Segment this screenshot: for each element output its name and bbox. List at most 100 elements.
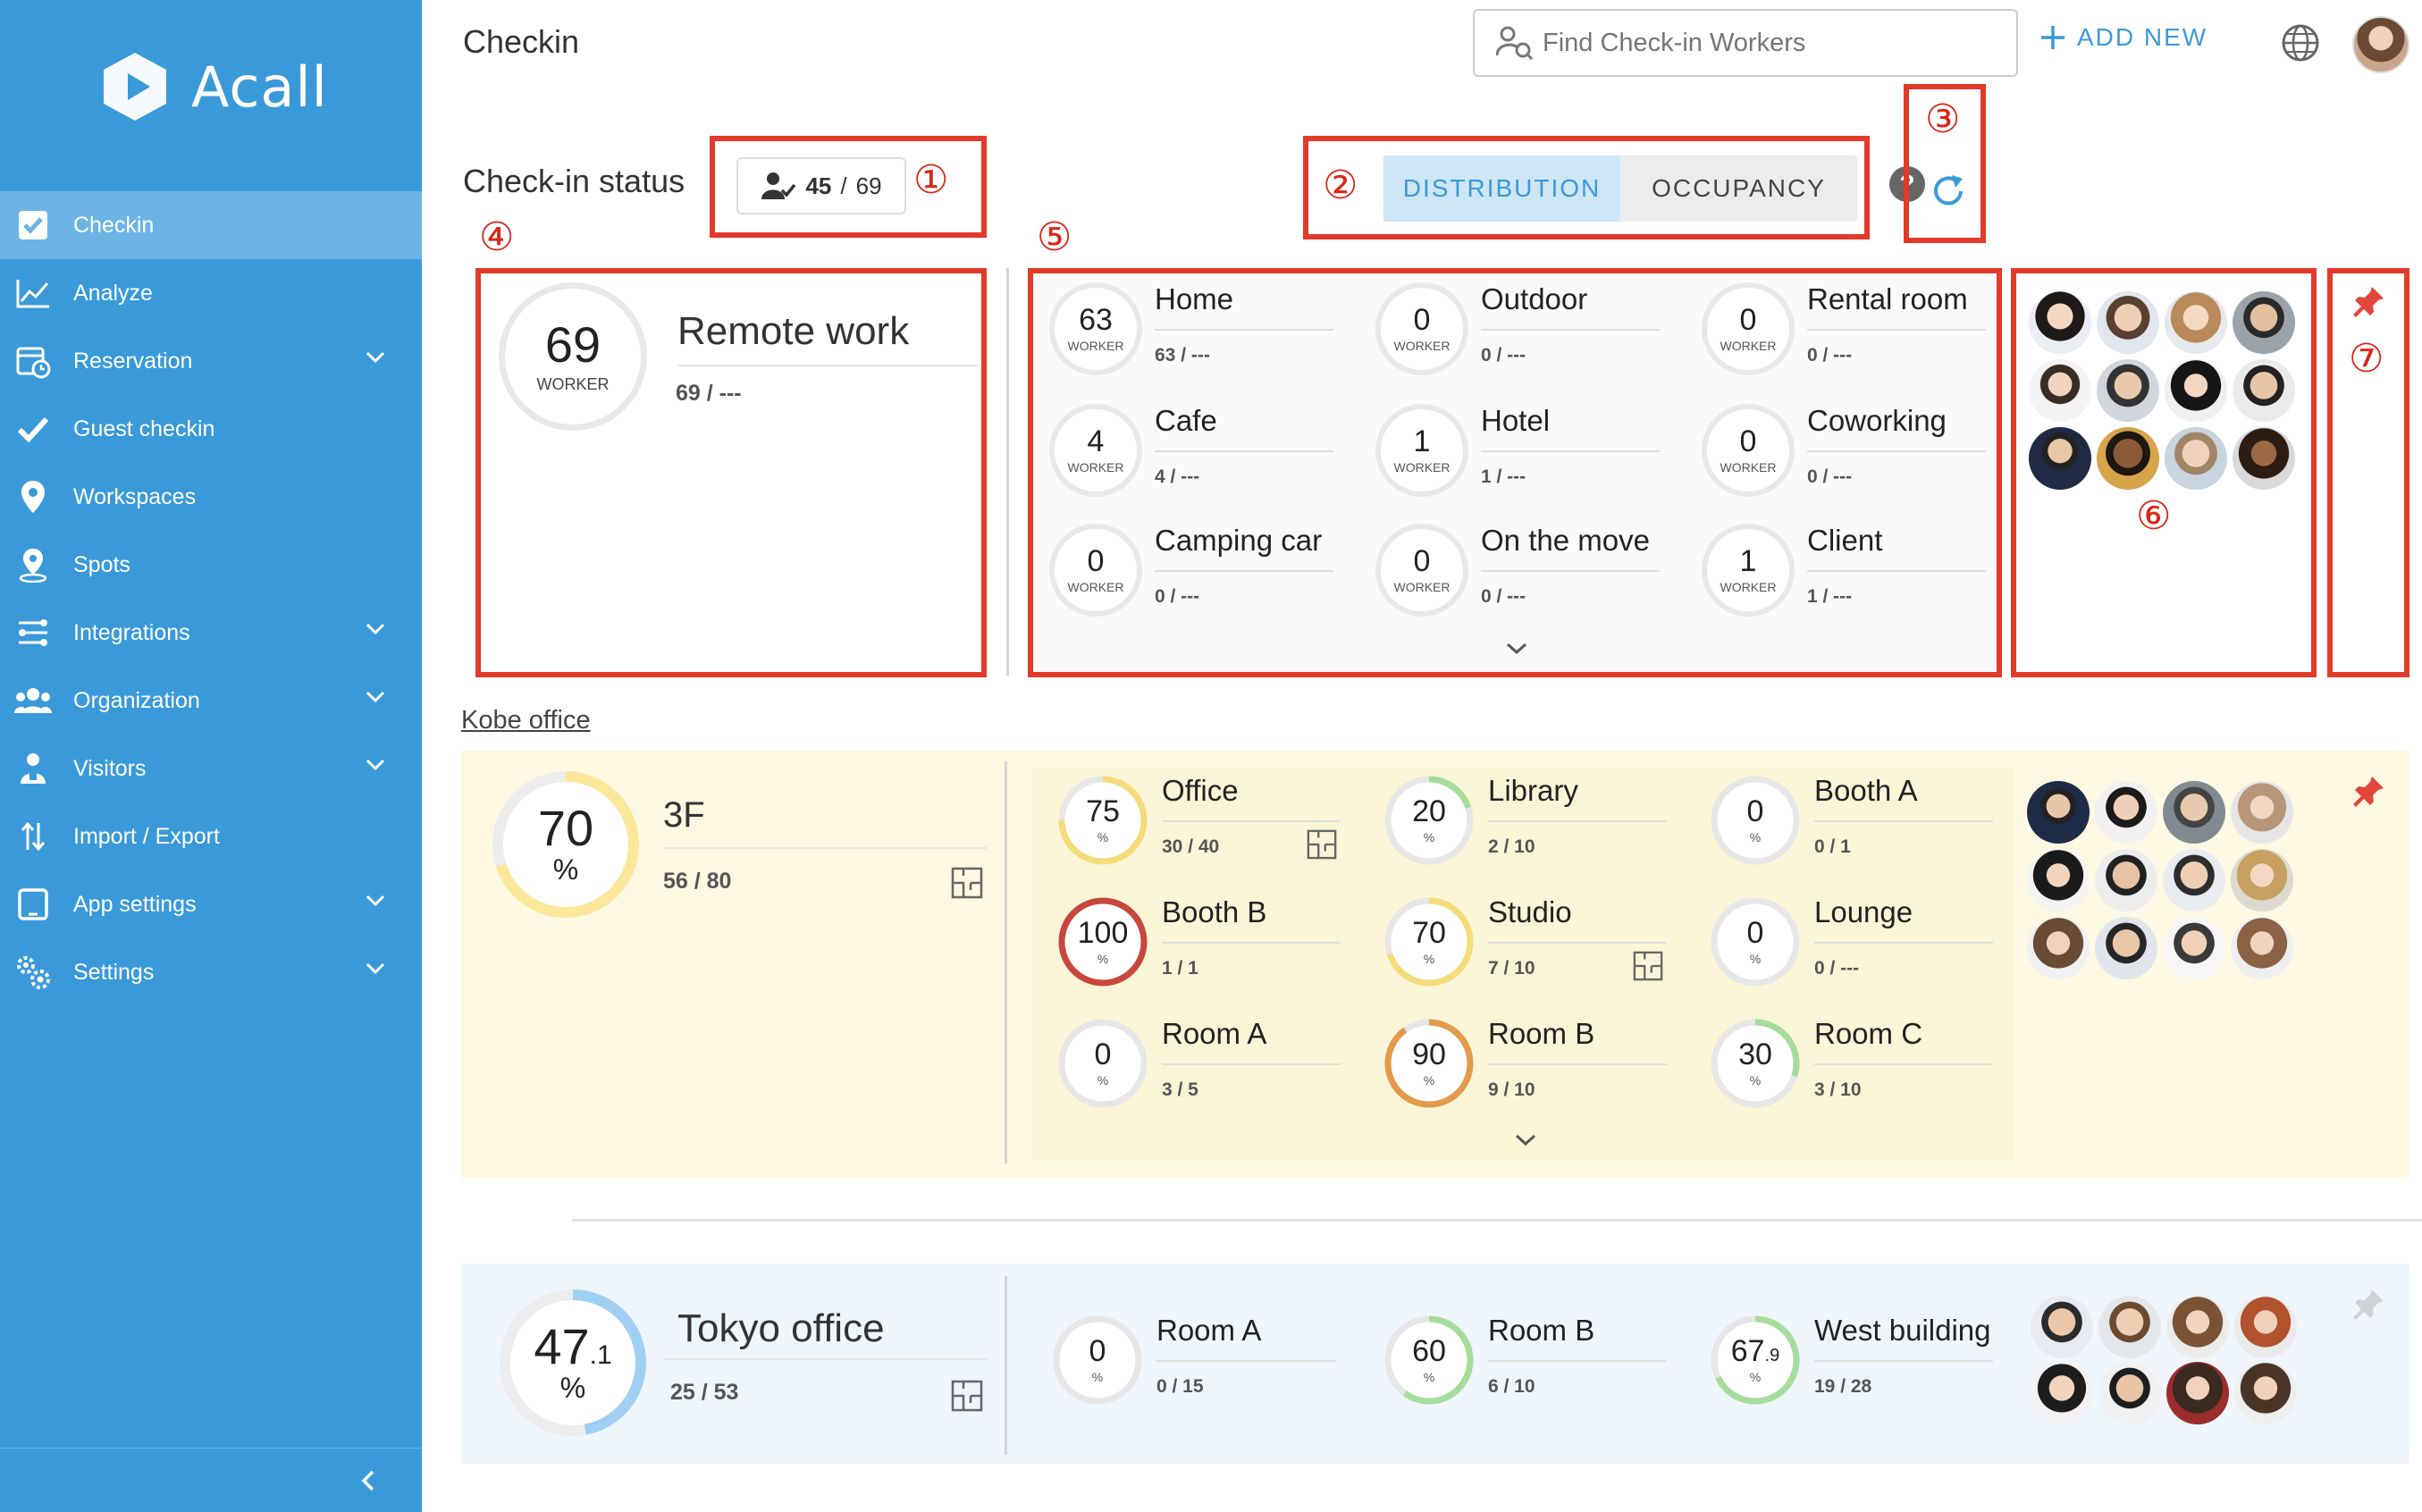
worker-avatar[interactable] <box>2165 427 2227 490</box>
room-cell[interactable]: 20% Library 2 / 10 <box>1383 774 1686 872</box>
sidebar-item-analyze[interactable]: Analyze <box>0 259 422 327</box>
worker-avatar[interactable] <box>2095 781 2157 844</box>
sidebar-collapse-button[interactable] <box>0 1448 422 1512</box>
worker-avatar[interactable] <box>2027 849 2090 911</box>
distribution-tab[interactable]: DISTRIBUTION <box>1383 155 1620 222</box>
room-cell[interactable]: 0% Room A 0 / 15 <box>1051 1314 1355 1412</box>
chevron-down-icon[interactable] <box>365 962 386 976</box>
worker-avatar[interactable] <box>2097 427 2159 490</box>
chevron-down-icon[interactable] <box>365 622 386 636</box>
room-count: 3 / 5 <box>1162 1079 1198 1100</box>
room-cell[interactable]: 90% Room B 9 / 10 <box>1383 1017 1686 1115</box>
sidebar-item-guest-checkin[interactable]: Guest checkin <box>0 395 422 463</box>
checkin-count-pill[interactable]: 45 / 69 <box>736 157 906 214</box>
worker-avatar[interactable] <box>2233 291 2295 354</box>
chevron-down-icon[interactable] <box>1505 642 1528 656</box>
worker-avatar[interactable] <box>2031 1362 2093 1424</box>
total-count: 69 <box>855 172 882 199</box>
chevron-down-icon[interactable] <box>365 690 386 704</box>
sidebar-item-reservation[interactable]: Reservation <box>0 327 422 395</box>
worker-avatar[interactable] <box>2165 291 2227 354</box>
sidebar-item-label: Checkin <box>73 212 155 238</box>
worker-avatar[interactable] <box>2234 1296 2297 1358</box>
remote-cell-camping-car[interactable]: 0 WORKER Camping car 0 / --- <box>1049 524 1353 622</box>
floorplan-icon[interactable] <box>951 867 983 899</box>
sidebar-item-visitors[interactable]: Visitors <box>0 735 422 802</box>
remote-cell-cafe[interactable]: 4 WORKER Cafe 4 / --- <box>1049 404 1353 502</box>
acall-logo[interactable]: Acall <box>98 50 328 123</box>
room-cell[interactable]: 100% Booth B 1 / 1 <box>1056 895 1360 994</box>
occupancy-tab[interactable]: OCCUPANCY <box>1620 155 1857 222</box>
worker-avatar[interactable] <box>2029 427 2091 490</box>
worker-avatar[interactable] <box>2029 291 2091 354</box>
floorplan-icon[interactable] <box>1307 829 1337 860</box>
sidebar-item-import-export[interactable]: Import / Export <box>0 802 422 870</box>
room-cell[interactable]: 67.9% West building 19 / 28 <box>1709 1314 2013 1412</box>
sidebar-item-settings[interactable]: Settings <box>0 938 422 1006</box>
room-cell[interactable]: 30% Room C 3 / 10 <box>1709 1017 2013 1115</box>
sidebar-item-workspaces[interactable]: Workspaces <box>0 463 422 531</box>
room-cell[interactable]: 75% Office 30 / 40 <box>1056 774 1360 872</box>
worker-avatar[interactable] <box>2027 917 2090 979</box>
sidebar-item-integrations[interactable]: Integrations <box>0 599 422 667</box>
worker-avatar[interactable] <box>2163 917 2225 979</box>
chevron-down-icon[interactable] <box>365 350 386 365</box>
room-cell[interactable]: 0% Lounge 0 / --- <box>1709 895 2013 994</box>
worker-avatar[interactable] <box>2166 1296 2229 1358</box>
remote-cell-home[interactable]: 63 WORKER Home 63 / --- <box>1049 282 1353 381</box>
worker-avatar[interactable] <box>2097 291 2159 354</box>
floorplan-icon[interactable] <box>951 1380 983 1412</box>
pin-icon[interactable] <box>2351 1287 2386 1323</box>
globe-icon[interactable] <box>2281 23 2320 63</box>
remote-cell-outdoor[interactable]: 0 WORKER Outdoor 0 / --- <box>1375 282 1679 381</box>
worker-avatar[interactable] <box>2029 359 2091 422</box>
kobe-office-link[interactable]: Kobe office <box>461 706 591 735</box>
worker-avatar[interactable] <box>2234 1362 2297 1424</box>
worker-avatar[interactable] <box>2097 359 2159 422</box>
worker-avatar[interactable] <box>2166 1362 2229 1424</box>
worker-avatar[interactable] <box>2231 781 2293 844</box>
room-cell[interactable]: 70% Studio 7 / 10 <box>1383 895 1686 994</box>
sidebar: Acall Checkin Analyze Reservation Guest … <box>0 0 422 1512</box>
remote-cell-coworking[interactable]: 0 WORKER Coworking 0 / --- <box>1702 404 2006 502</box>
worker-avatar[interactable] <box>2231 917 2293 979</box>
remote-cell-on-the-move[interactable]: 0 WORKER On the move 0 / --- <box>1375 524 1679 622</box>
pin-icon[interactable] <box>2351 284 2386 320</box>
remote-cell-hotel[interactable]: 1 WORKER Hotel 1 / --- <box>1375 404 1679 502</box>
worker-avatar[interactable] <box>2163 849 2225 911</box>
user-avatar[interactable] <box>2352 16 2409 73</box>
search-input[interactable] <box>1543 28 1972 58</box>
worker-avatar[interactable] <box>2095 917 2157 979</box>
sidebar-item-spots[interactable]: Spots <box>0 531 422 599</box>
worker-avatar[interactable] <box>2165 359 2227 422</box>
worker-avatar[interactable] <box>2031 1296 2093 1358</box>
sidebar-item-checkin[interactable]: Checkin <box>0 191 422 259</box>
worker-avatar[interactable] <box>2233 359 2295 422</box>
chevron-down-icon[interactable] <box>365 758 386 772</box>
room-cell[interactable]: 0% Room A 3 / 5 <box>1056 1017 1360 1115</box>
room-name: Room C <box>1814 1017 1923 1050</box>
sidebar-item-organization[interactable]: Organization <box>0 667 422 735</box>
chevron-down-icon[interactable] <box>1514 1133 1537 1147</box>
worker-avatar[interactable] <box>2163 781 2225 844</box>
chevron-down-icon[interactable] <box>365 894 386 908</box>
search-box[interactable] <box>1473 9 2018 77</box>
worker-avatar[interactable] <box>2231 849 2293 911</box>
remote-cell-client[interactable]: 1 WORKER Client 1 / --- <box>1702 524 2006 622</box>
add-new-button[interactable]: ADD NEW <box>2039 23 2208 52</box>
annotation-box-7: ⑦ <box>2327 268 2409 677</box>
worker-avatar[interactable] <box>2027 781 2090 844</box>
worker-avatar[interactable] <box>2233 427 2295 490</box>
remote-cell-rental-room[interactable]: 0 WORKER Rental room 0 / --- <box>1702 282 2006 381</box>
cell-value: 0 <box>1739 303 1757 337</box>
user-check-icon <box>761 172 796 199</box>
floorplan-icon[interactable] <box>1633 951 1663 981</box>
pin-icon[interactable] <box>2351 774 2386 810</box>
room-cell[interactable]: 60% Room B 6 / 10 <box>1383 1314 1686 1412</box>
sidebar-item-app-settings[interactable]: App settings <box>0 870 422 938</box>
refresh-icon[interactable] <box>1929 172 1968 211</box>
worker-avatar[interactable] <box>2095 849 2157 911</box>
worker-avatar[interactable] <box>2098 1296 2161 1358</box>
worker-avatar[interactable] <box>2098 1362 2161 1424</box>
room-cell[interactable]: 0% Booth A 0 / 1 <box>1709 774 2013 872</box>
